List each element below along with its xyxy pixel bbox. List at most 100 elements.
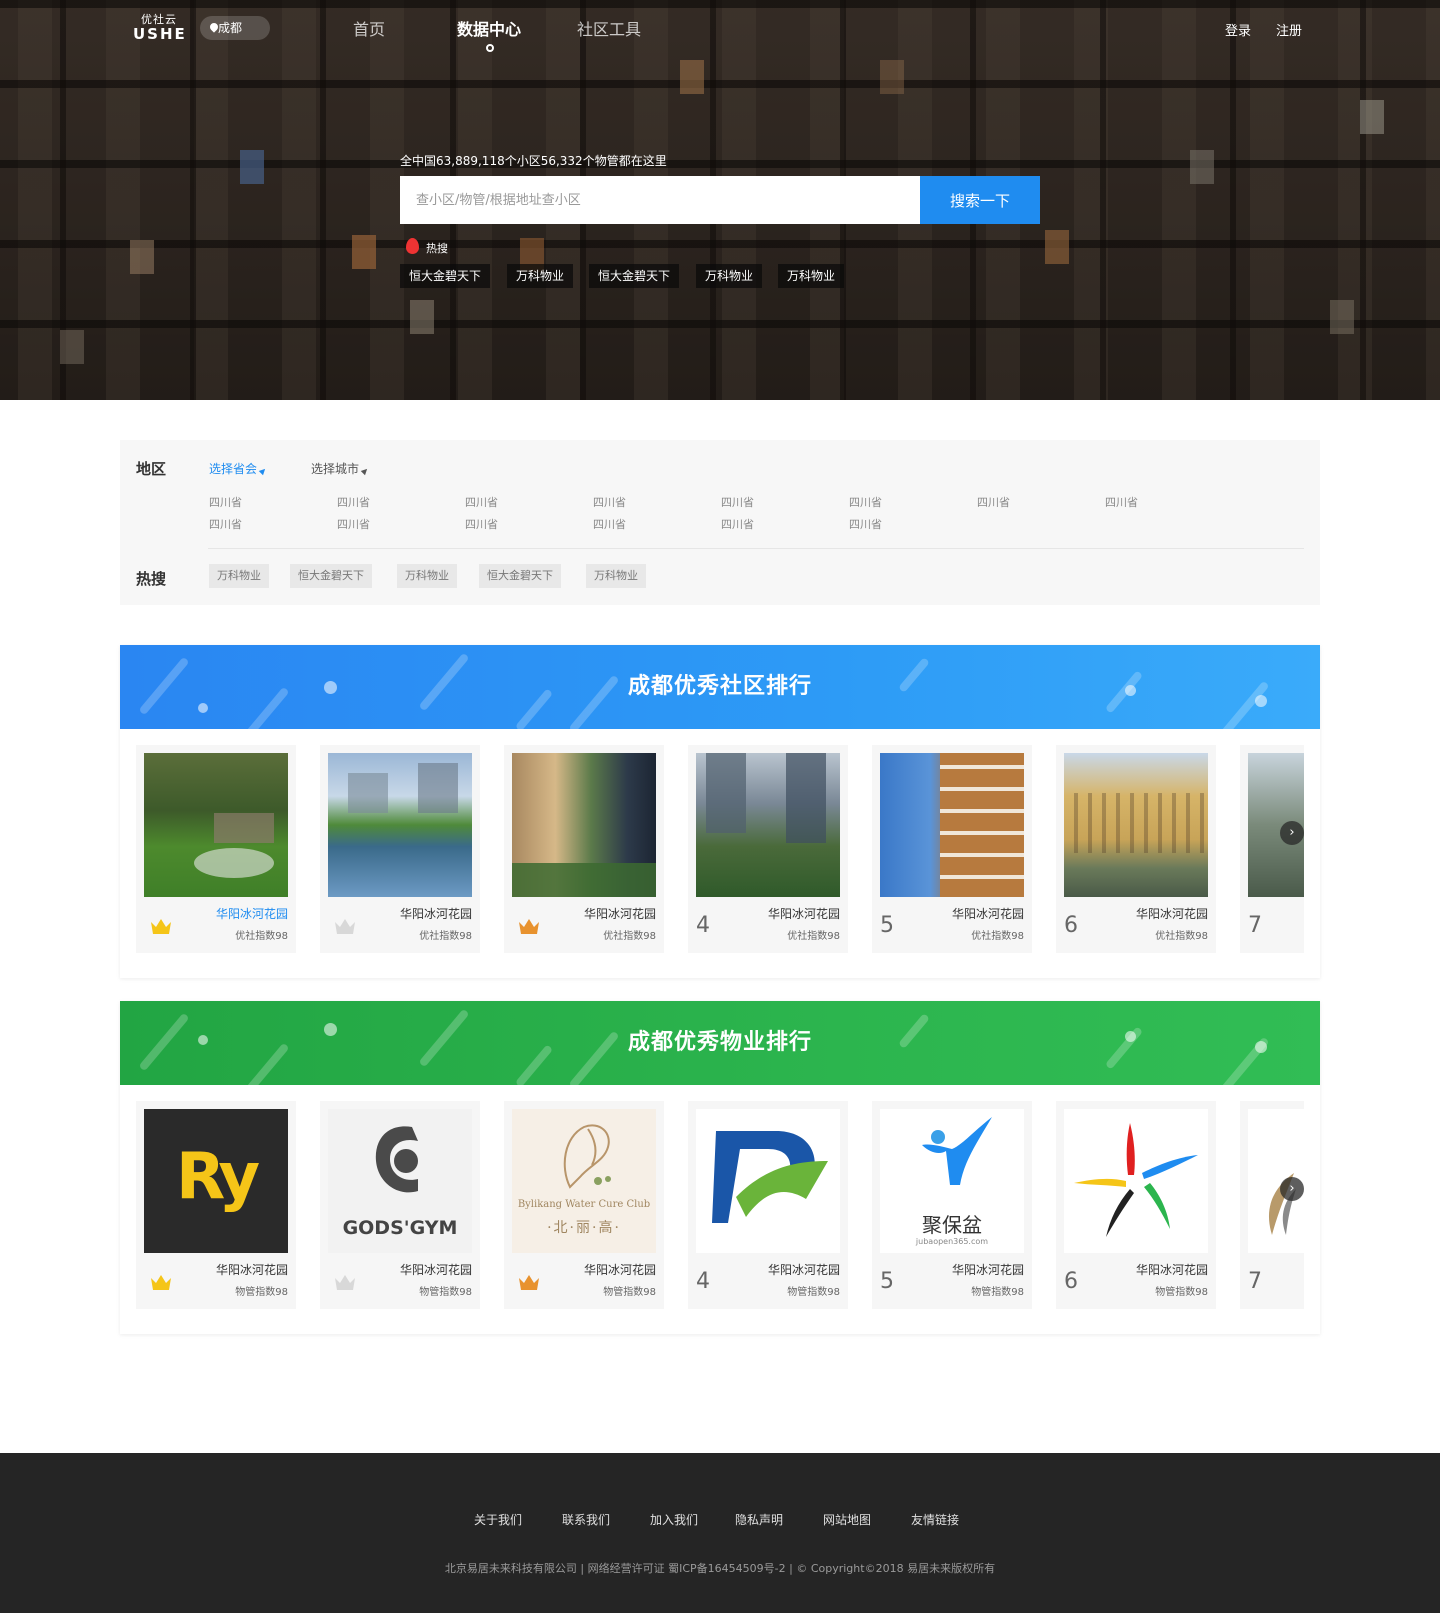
footer-link-about[interactable]: 关于我们	[474, 1511, 522, 1528]
community-card[interactable]: 4 华阳冰河花园 优社指数98	[688, 745, 848, 953]
hero-hot-tag[interactable]: 万科物业	[778, 264, 845, 288]
search-input[interactable]	[400, 176, 920, 224]
region-title: 地区	[136, 460, 167, 478]
community-card[interactable]: 7	[1240, 745, 1304, 953]
community-photo	[880, 753, 1024, 897]
province-option[interactable]: 四川省	[721, 516, 754, 532]
filter-divider	[208, 548, 1304, 549]
province-option[interactable]: 四川省	[593, 494, 626, 510]
dropdown-triangle-icon	[360, 466, 370, 476]
property-card[interactable]: 4 华阳冰河花园 物管指数98	[688, 1101, 848, 1309]
nav-community-tools[interactable]: 社区工具	[577, 16, 641, 40]
crown-icon	[519, 919, 539, 934]
city-select[interactable]: 选择城市	[311, 460, 370, 477]
chevron-right-icon[interactable]: ›	[1280, 1177, 1304, 1201]
province-option[interactable]: 四川省	[593, 516, 626, 532]
login-link[interactable]: 登录	[1225, 20, 1251, 39]
community-card[interactable]: 华阳冰河花园 优社指数98	[320, 745, 480, 953]
hero-hot-tag[interactable]: 恒大金碧天下	[400, 264, 491, 288]
property-card[interactable]: Ry 华阳冰河花园 物管指数98	[136, 1101, 296, 1309]
water-club-logo-text: Bylikang Water Cure Club	[517, 1199, 651, 1210]
hot-search-chip[interactable]: 万科物业	[397, 564, 457, 588]
hot-search-chip[interactable]: 恒大金碧天下	[290, 564, 372, 588]
community-card[interactable]: 5 华阳冰河花园 优社指数98	[872, 745, 1032, 953]
jubaopen-figure-icon	[922, 1117, 992, 1185]
property-card[interactable]: Bylikang Water Cure Club ·北·丽·高· 华阳冰河花园 …	[504, 1101, 664, 1309]
province-option[interactable]: 四川省	[849, 494, 882, 510]
community-card[interactable]: 华阳冰河花园 优社指数98	[504, 745, 664, 953]
property-score: 物管指数98	[971, 1287, 1024, 1298]
property-rank: 4	[696, 1269, 710, 1294]
property-card[interactable]: 7	[1240, 1101, 1304, 1309]
hot-search-title: 热搜	[136, 570, 167, 588]
hero-hot-tag[interactable]: 万科物业	[507, 264, 574, 288]
crown-icon	[151, 919, 171, 934]
property-rank: 7	[1248, 1269, 1262, 1294]
property-name: 华阳冰河花园	[399, 1263, 472, 1277]
province-option[interactable]: 四川省	[849, 516, 882, 532]
community-ranking-title: 成都优秀社区排行	[627, 674, 812, 699]
fire-icon	[406, 238, 419, 254]
province-option[interactable]: 四川省	[1105, 494, 1138, 510]
hot-search-chip[interactable]: 恒大金碧天下	[479, 564, 561, 588]
community-name: 华阳冰河花园	[399, 907, 472, 921]
property-name: 华阳冰河花园	[1135, 1263, 1208, 1277]
community-name: 华阳冰河花园	[215, 907, 288, 921]
nav-data-center[interactable]: 数据中心	[457, 16, 521, 40]
copyright: 北京易居未来科技有限公司 | 网络经营许可证 蜀ICP备16454509号-2 …	[444, 1562, 996, 1575]
footer-link-join[interactable]: 加入我们	[650, 1511, 698, 1528]
water-club-logo-subtext: ·北·丽·高·	[547, 1220, 621, 1236]
hot-search-chip[interactable]: 万科物业	[586, 564, 646, 588]
community-card[interactable]: 6 华阳冰河花园 优社指数98	[1056, 745, 1216, 953]
footer-link-privacy[interactable]: 隐私声明	[735, 1511, 783, 1528]
footer-link-friends[interactable]: 友情链接	[911, 1511, 959, 1528]
community-name: 华阳冰河花园	[1135, 907, 1208, 921]
province-option[interactable]: 四川省	[465, 494, 498, 510]
filter-panel: 地区 选择省会 选择城市 四川省 四川省 四川省 四川省 四川省 四川省 四川省…	[120, 440, 1320, 605]
hot-search-text: 热搜	[426, 242, 448, 255]
logo[interactable]: 优社云 USHE	[133, 14, 185, 43]
province-select[interactable]: 选择省会	[209, 460, 268, 477]
province-option[interactable]: 四川省	[977, 494, 1010, 510]
city-select-label: 选择城市	[311, 462, 360, 476]
property-rank: 6	[1064, 1269, 1078, 1294]
property-score: 物管指数98	[603, 1287, 656, 1298]
property-card[interactable]: GODS'GYM 华阳冰河花园 物管指数98	[320, 1101, 480, 1309]
community-score: 优社指数98	[787, 931, 840, 942]
province-option[interactable]: 四川省	[337, 494, 370, 510]
search-button[interactable]: 搜索一下	[920, 176, 1040, 224]
property-logo: Bylikang Water Cure Club ·北·丽·高·	[512, 1109, 656, 1253]
property-score: 物管指数98	[419, 1287, 472, 1298]
jubaopen-logo-url: jubaopen365.com	[915, 1237, 989, 1246]
hot-search-label: 热搜	[406, 238, 448, 256]
ry-logo-text: Ry	[175, 1140, 260, 1214]
register-link[interactable]: 注册	[1276, 20, 1302, 39]
property-card[interactable]: 6 华阳冰河花园 物管指数98	[1056, 1101, 1216, 1309]
chevron-right-icon[interactable]: ›	[1280, 821, 1304, 845]
property-logo: 聚保盆 jubaopen365.com	[880, 1109, 1024, 1253]
community-photo	[512, 753, 656, 897]
hero-hot-tag[interactable]: 恒大金碧天下	[589, 264, 680, 288]
property-card-list: Ry 华阳冰河花园 物管指数98 GODS'GYM 华阳冰河花园 物管指数98	[136, 1101, 1304, 1311]
nav-home[interactable]: 首页	[353, 16, 385, 40]
hero-hot-tag[interactable]: 万科物业	[696, 264, 763, 288]
province-option[interactable]: 四川省	[209, 516, 242, 532]
footer-link-contact[interactable]: 联系我们	[562, 1511, 610, 1528]
community-score: 优社指数98	[235, 931, 288, 942]
d-brand-logo-icon	[712, 1131, 828, 1223]
province-option[interactable]: 四川省	[337, 516, 370, 532]
province-option[interactable]: 四川省	[209, 494, 242, 510]
city-selector[interactable]: 成都	[200, 16, 270, 40]
community-card[interactable]: 华阳冰河花园 优社指数98	[136, 745, 296, 953]
province-option[interactable]: 四川省	[721, 494, 754, 510]
crown-icon	[519, 1275, 539, 1290]
property-card[interactable]: 聚保盆 jubaopen365.com 5 华阳冰河花园 物管指数98	[872, 1101, 1032, 1309]
property-rank: 5	[880, 1269, 894, 1294]
footer-link-sitemap[interactable]: 网站地图	[823, 1511, 871, 1528]
footer: 关于我们 联系我们 加入我们 隐私声明 网站地图 友情链接 北京易居未来科技有限…	[0, 1453, 1440, 1613]
community-name: 华阳冰河花园	[583, 907, 656, 921]
province-option[interactable]: 四川省	[465, 516, 498, 532]
hot-search-chip[interactable]: 万科物业	[209, 564, 269, 588]
dropdown-triangle-icon	[258, 466, 268, 476]
gym-logo-text: GODS'GYM	[342, 1217, 458, 1239]
